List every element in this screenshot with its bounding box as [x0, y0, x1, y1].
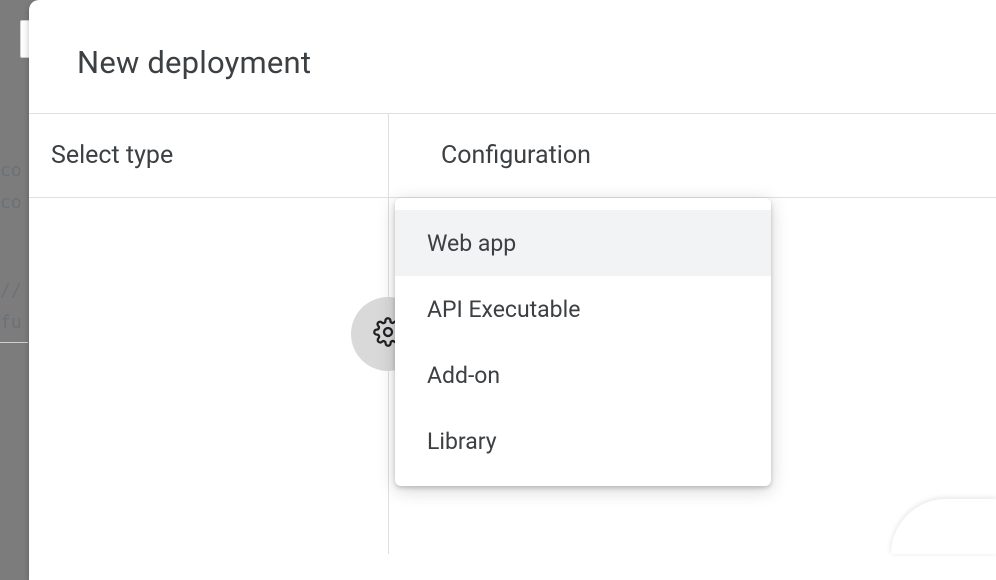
background-separator — [0, 342, 28, 343]
option-label: Web app — [427, 230, 516, 257]
corner-button[interactable] — [891, 499, 996, 554]
deployment-type-dropdown: Web app API Executable Add-on Library — [395, 198, 771, 486]
type-option-api-executable[interactable]: API Executable — [395, 276, 771, 342]
option-label: Add-on — [427, 362, 500, 389]
select-type-column: Select type — [29, 114, 389, 554]
background-code: co co // fu — [0, 155, 22, 340]
dialog-title: New deployment — [29, 0, 996, 113]
configuration-column: Configuration Web app API Executable Add… — [389, 114, 996, 554]
type-option-library[interactable]: Library — [395, 408, 771, 474]
select-type-header: Select type — [29, 114, 388, 198]
configuration-label: Configuration — [441, 141, 591, 170]
type-option-add-on[interactable]: Add-on — [395, 342, 771, 408]
new-deployment-dialog: New deployment Select type Configuration — [29, 0, 996, 580]
configuration-header: Configuration — [389, 114, 996, 198]
dialog-columns: Select type Configuration Web app — [29, 114, 996, 554]
type-option-web-app[interactable]: Web app — [395, 210, 771, 276]
option-label: Library — [427, 428, 497, 455]
option-label: API Executable — [427, 296, 580, 323]
select-type-label: Select type — [51, 141, 173, 170]
